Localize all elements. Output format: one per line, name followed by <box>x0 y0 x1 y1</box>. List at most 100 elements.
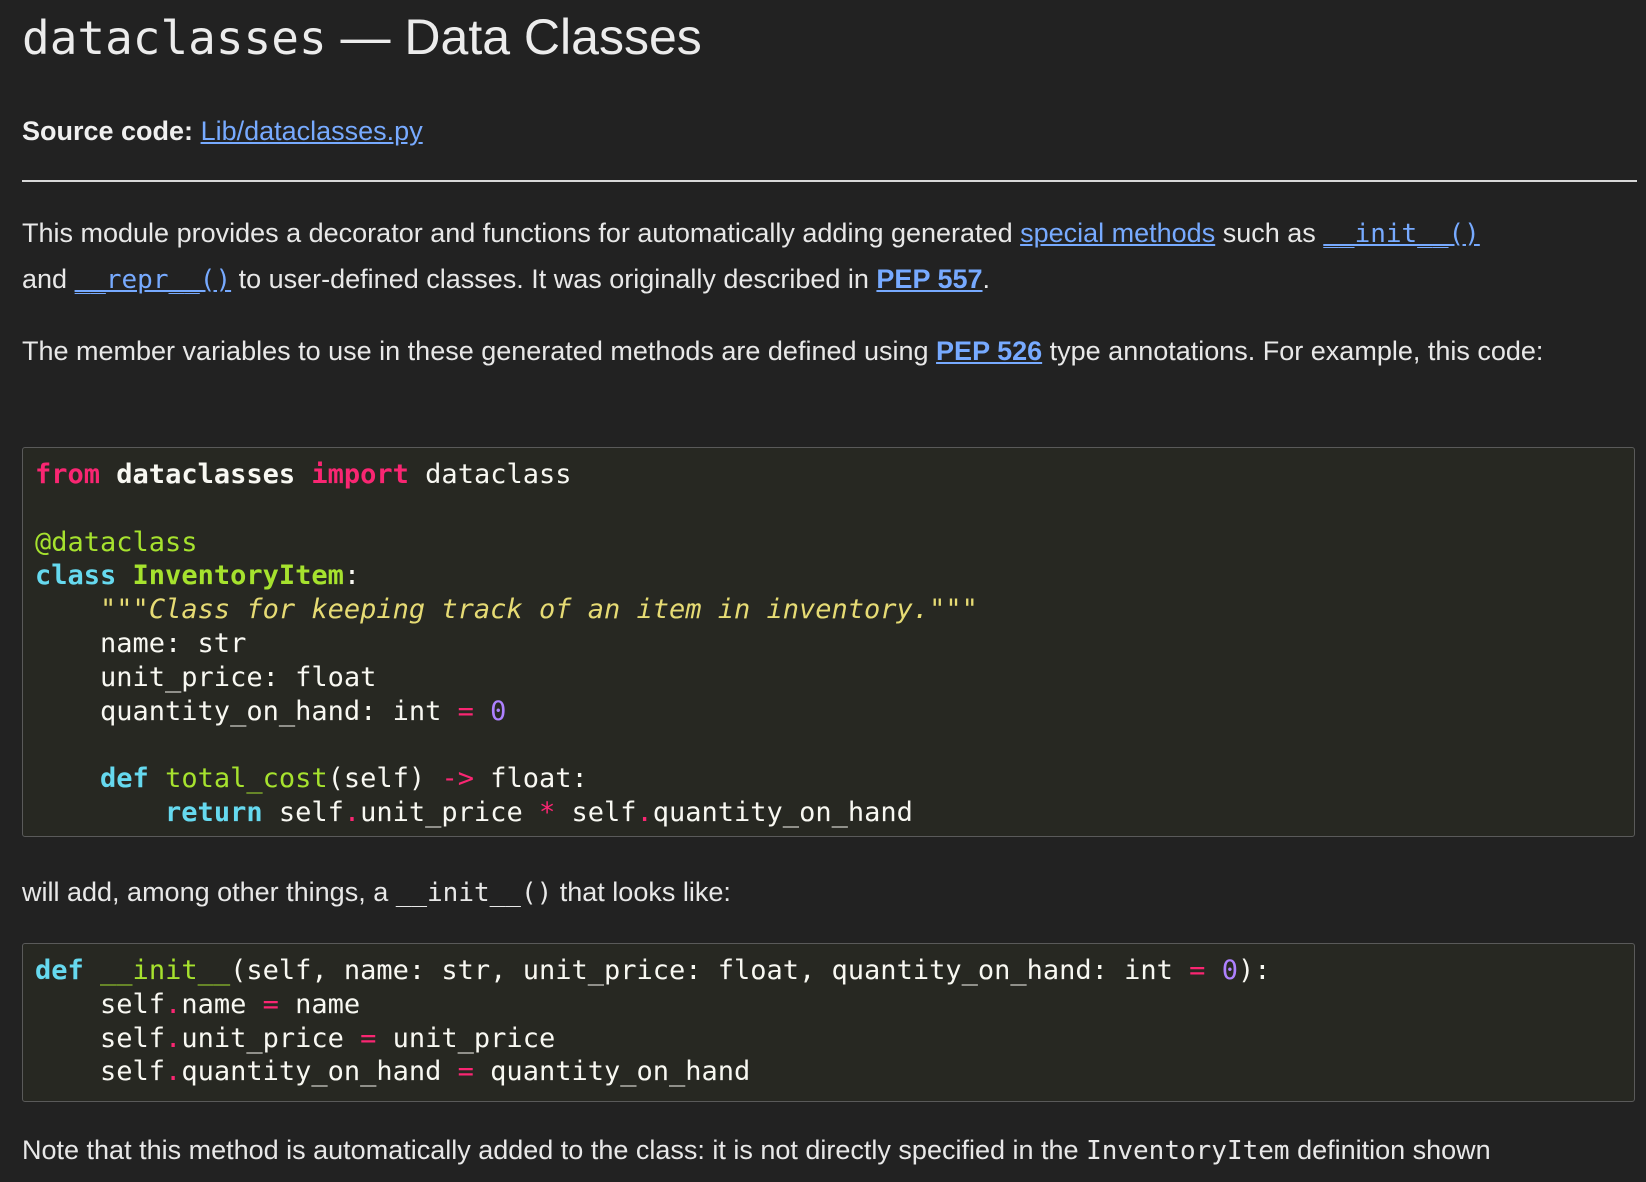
code-operator: . <box>165 988 182 1020</box>
code-text: dataclass <box>408 459 572 490</box>
code-operator: * <box>538 796 556 828</box>
code-text: unit_price <box>181 1022 361 1054</box>
code-text: quantity_on_hand <box>181 1056 458 1088</box>
code-text: self <box>35 988 166 1020</box>
code-text: (self, name: str, unit_price: float, qua… <box>230 955 1190 986</box>
code-operator: . <box>636 796 653 828</box>
code-class-name: InventoryItem <box>132 560 344 592</box>
code-line: return self.unit_price * self.quantity_o… <box>35 796 1622 830</box>
note-text-2: definition shown <box>1289 1135 1491 1165</box>
code-line: self.name = name <box>35 988 1622 1022</box>
code-line: self.quantity_on_hand = quantity_on_hand <box>35 1055 1622 1089</box>
will-add-text-1: will add, among other things, a <box>22 877 396 907</box>
code-line: def __init__(self, name: str, unit_price… <box>35 954 1622 988</box>
code-operator: = <box>457 1056 474 1088</box>
page-title-text: — Data Classes <box>326 9 702 65</box>
repr-method-link[interactable]: __repr__() <box>74 264 232 295</box>
will-add-text-2: that looks like: <box>552 877 731 907</box>
source-code-link[interactable]: Lib/dataclasses.py <box>201 116 423 146</box>
code-text: unit_price <box>376 1022 556 1054</box>
members-text-2: type annotations. For example, this code… <box>1042 336 1544 366</box>
code-line: quantity_on_hand: int = 0 <box>35 695 1622 729</box>
page-title-module: dataclasses <box>22 11 327 65</box>
init-method-link-text: __init__() <box>1323 219 1480 249</box>
code-module: dataclasses <box>116 459 296 490</box>
source-code-line: Source code: Lib/dataclasses.py <box>22 112 423 150</box>
code-text: name <box>278 988 361 1020</box>
members-paragraph: The member variables to use in these gen… <box>22 329 1634 374</box>
code-docstring: Class for keeping track of an item in in… <box>148 594 930 626</box>
code-function-name: total_cost <box>165 763 328 795</box>
code-line: from dataclasses import dataclass <box>35 458 1622 492</box>
note-text-1: Note that this method is automatically a… <box>22 1135 1087 1165</box>
code-line: """Class for keeping track of an item in… <box>35 593 1622 627</box>
page-title: dataclasses — Data Classes <box>22 4 702 71</box>
code-text: self <box>262 796 344 828</box>
code-number: 0 <box>490 695 507 727</box>
code-keyword: def <box>100 763 149 795</box>
code-keyword: import <box>311 459 409 490</box>
will-add-paragraph: will add, among other things, a __init__… <box>22 870 1634 916</box>
code-operator: . <box>165 1056 182 1088</box>
code-operator: = <box>457 695 474 727</box>
code-number: 0 <box>1221 955 1238 986</box>
intro-paragraph: This module provides a decorator and fun… <box>22 211 1634 303</box>
code-text: self <box>35 1056 166 1088</box>
init-method-link[interactable]: __init__() <box>1323 218 1480 249</box>
code-line: unit_price: float <box>35 661 377 693</box>
code-text: self <box>35 1022 166 1054</box>
code-function-name: __init__ <box>100 955 231 986</box>
code-text: (self) <box>327 763 442 795</box>
code-operator: -> <box>441 763 474 795</box>
code-text: quantity_on_hand: int <box>35 695 458 727</box>
intro-text-3: and <box>22 264 75 294</box>
code-docstring-quote: """ <box>100 594 149 626</box>
code-operator: = <box>1189 955 1206 986</box>
intro-text-5: . <box>982 264 991 294</box>
repr-method-link-text: __repr__() <box>74 265 232 295</box>
intro-text-2: such as <box>1215 218 1324 248</box>
code-text: ): <box>1237 955 1271 986</box>
note-paragraph: Note that this method is automatically a… <box>22 1128 1634 1174</box>
inline-code-init: __init__() <box>395 878 553 908</box>
code-text: float: <box>473 763 588 795</box>
code-block-init-example[interactable]: def __init__(self, name: str, unit_price… <box>22 943 1635 1102</box>
pep-526-link[interactable]: PEP 526 <box>936 336 1042 366</box>
divider <box>22 180 1637 182</box>
code-operator: . <box>165 1022 182 1054</box>
pep-557-link[interactable]: PEP 557 <box>876 264 982 294</box>
code-text: self <box>555 796 637 828</box>
code-docstring-quote: """ <box>929 594 978 626</box>
code-operator: = <box>262 988 279 1020</box>
code-text: quantity_on_hand <box>652 796 913 828</box>
intro-text-1: This module provides a decorator and fun… <box>22 218 1021 248</box>
code-text: name <box>181 988 263 1020</box>
code-text: unit_price <box>360 796 539 828</box>
code-decorator: @dataclass <box>35 526 198 558</box>
source-code-label: Source code: <box>22 116 194 146</box>
code-line: def total_cost(self) -> float: <box>35 762 1622 796</box>
code-keyword: from <box>35 459 101 490</box>
code-line: self.unit_price = unit_price <box>35 1022 1622 1056</box>
code-keyword: return <box>165 796 263 828</box>
code-operator: = <box>360 1022 377 1054</box>
code-line: @dataclass <box>35 526 1622 560</box>
code-operator: . <box>343 796 361 828</box>
code-text: quantity_on_hand <box>473 1056 751 1088</box>
code-line: class InventoryItem: <box>35 559 1622 593</box>
code-text: : <box>343 560 361 592</box>
special-methods-link[interactable]: special methods <box>1020 218 1215 248</box>
code-block-dataclass-example[interactable]: from dataclasses import dataclass @datacl… <box>22 447 1635 837</box>
code-keyword: def <box>35 955 84 986</box>
code-line: name: str <box>35 627 247 659</box>
members-text-1: The member variables to use in these gen… <box>22 336 937 366</box>
